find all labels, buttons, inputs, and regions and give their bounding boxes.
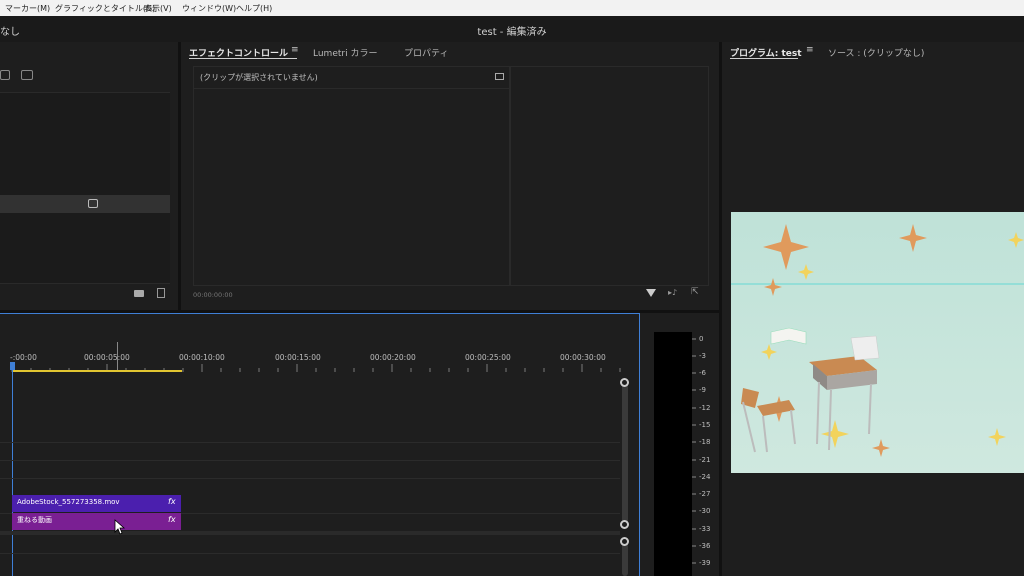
clip-overlay-video[interactable]: 重ねる動画 bbox=[12, 513, 181, 530]
program-monitor-panel: プログラム: test ≡ ソース : (クリップなし) bbox=[722, 42, 1024, 576]
meter-label: -36 bbox=[699, 542, 711, 550]
title-bar: なし test - 編集済み bbox=[0, 16, 1024, 42]
ruler-label: 00:00:20:00 bbox=[370, 353, 416, 362]
meter-ticks bbox=[692, 338, 696, 564]
meter-label: -9 bbox=[699, 386, 706, 394]
meter-label: -27 bbox=[699, 490, 711, 498]
effect-controls-left bbox=[193, 66, 511, 286]
meter-label: -39 bbox=[699, 559, 711, 567]
tab-lumetri-color[interactable]: Lumetri カラー bbox=[313, 46, 377, 59]
bin-icon[interactable] bbox=[0, 70, 10, 80]
fx-badge-icon: fx bbox=[168, 497, 176, 506]
scroll-handle-icon[interactable] bbox=[620, 537, 629, 546]
mouse-cursor-icon bbox=[114, 519, 126, 535]
source-marker bbox=[117, 342, 118, 370]
effect-controls-header: (クリップが選択されていません) bbox=[193, 66, 509, 89]
play-audio-icon[interactable]: ▸♪ bbox=[668, 288, 677, 297]
menu-window[interactable]: ウィンドウ(W) bbox=[182, 3, 236, 14]
audio-meter bbox=[654, 332, 692, 576]
clip-label: 重ねる動画 bbox=[17, 516, 52, 524]
meter-label: -6 bbox=[699, 369, 706, 377]
playhead-handle[interactable] bbox=[10, 362, 15, 370]
meter-label: -18 bbox=[699, 438, 711, 446]
delete-icon[interactable] bbox=[157, 288, 165, 298]
project-list-item[interactable] bbox=[0, 195, 170, 213]
meter-label: 0 bbox=[699, 335, 704, 343]
filter-icon[interactable] bbox=[646, 289, 656, 297]
panel-toggle-icon[interactable] bbox=[495, 73, 504, 80]
menu-bar: マーカー(M) グラフィックとタイトル(G) 表示(V) ウィンドウ(W) ヘル… bbox=[0, 0, 1024, 16]
clip-adobestock[interactable]: AdobeStock_557273358.mov bbox=[12, 495, 181, 512]
window-title: test - 編集済み bbox=[477, 27, 547, 38]
effect-controls-right bbox=[509, 66, 709, 286]
program-preview[interactable] bbox=[731, 212, 1024, 473]
meter-label: -3 bbox=[699, 352, 706, 360]
panel-menu-icon[interactable]: ≡ bbox=[291, 45, 299, 55]
ruler-label: 00:00:15:00 bbox=[275, 353, 321, 362]
ruler-label: 00:00:05:00 bbox=[84, 353, 130, 362]
effect-controls-panel: エフェクトコントロール ≡ Lumetri カラー プロパティ (クリップが選択… bbox=[181, 42, 719, 310]
clip-label: AdobeStock_557273358.mov bbox=[17, 498, 120, 506]
ruler-label: 00:00:30:00 bbox=[560, 353, 606, 362]
program-menu-icon[interactable]: ≡ bbox=[806, 45, 814, 55]
project-panel bbox=[0, 42, 178, 310]
scroll-handle-icon[interactable] bbox=[620, 378, 629, 387]
new-item-icon[interactable] bbox=[21, 70, 33, 80]
menu-graphics[interactable]: グラフィックとタイトル(G) bbox=[55, 3, 155, 14]
meter-label: -21 bbox=[699, 456, 711, 464]
project-list bbox=[0, 92, 170, 284]
ruler-label: 00:00:25:00 bbox=[465, 353, 511, 362]
audio-track-scrollbar[interactable] bbox=[622, 541, 628, 576]
menu-marker[interactable]: マーカー(M) bbox=[5, 3, 50, 14]
ruler-label: -:00:00 bbox=[10, 353, 37, 362]
video-track-scrollbar[interactable] bbox=[622, 381, 628, 526]
export-icon[interactable]: ⇱ bbox=[691, 287, 699, 297]
meter-label: -15 bbox=[699, 421, 711, 429]
menu-help[interactable]: ヘルプ(H) bbox=[236, 3, 272, 14]
tab-properties[interactable]: プロパティ bbox=[404, 46, 448, 59]
effect-timecode: 00:00:00:00 bbox=[193, 291, 233, 299]
meter-label: -24 bbox=[699, 473, 711, 481]
meter-label: -30 bbox=[699, 507, 711, 515]
fx-badge-icon: fx bbox=[168, 515, 176, 524]
menu-view[interactable]: 表示(V) bbox=[144, 3, 172, 14]
work-area-bar[interactable] bbox=[12, 370, 182, 372]
tab-source[interactable]: ソース : (クリップなし) bbox=[828, 46, 924, 59]
meter-label: -33 bbox=[699, 525, 711, 533]
scroll-handle-icon[interactable] bbox=[620, 520, 629, 529]
playhead-line bbox=[12, 370, 13, 576]
no-clip-message: (クリップが選択されていません) bbox=[200, 73, 318, 82]
meter-label: -12 bbox=[699, 404, 711, 412]
ruler-label: 00:00:10:00 bbox=[179, 353, 225, 362]
sequence-icon bbox=[88, 199, 98, 208]
folder-icon[interactable] bbox=[134, 290, 144, 297]
